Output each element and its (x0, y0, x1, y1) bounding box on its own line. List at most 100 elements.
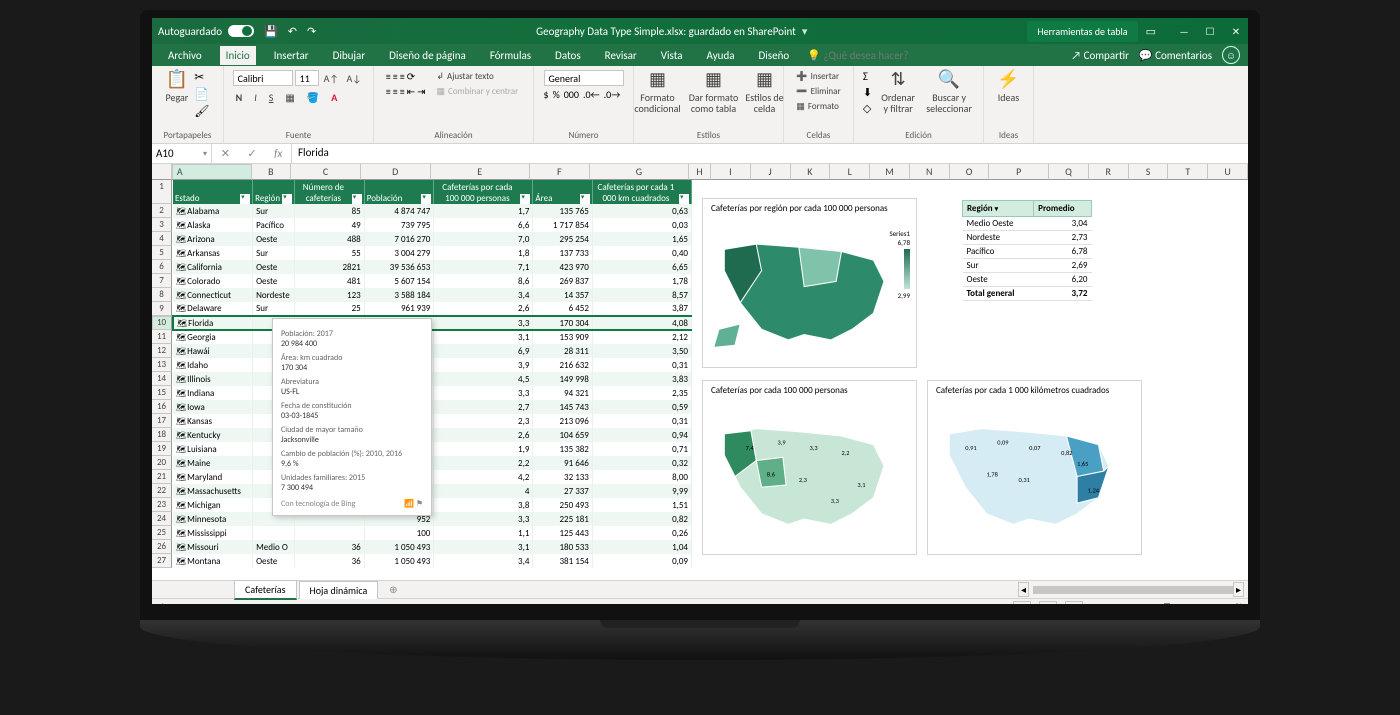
cell[interactable]: 2,6 (434, 302, 533, 316)
row-header[interactable]: 20 (152, 456, 172, 470)
map-chart-per-100k[interactable]: Cafeterías por cada 100 000 personas 7,4… (702, 380, 917, 555)
zoom-in-icon[interactable]: + (1214, 602, 1218, 613)
cell[interactable]: 91 646 (533, 456, 592, 470)
find-select-button[interactable]: 🔍Buscar y seleccionar (924, 70, 974, 114)
fill-color-button[interactable]: 🪣 (304, 90, 322, 105)
filter-button[interactable] (421, 194, 431, 204)
column-header[interactable]: P (989, 164, 1049, 180)
cell[interactable]: Missouri (173, 540, 253, 554)
cell[interactable]: 145 743 (533, 400, 592, 414)
italic-button[interactable]: I (251, 90, 260, 105)
zoom-level[interactable]: 70% (1226, 602, 1242, 613)
cell[interactable]: Montana (173, 554, 253, 568)
filter-button[interactable] (282, 194, 292, 204)
increase-font-icon[interactable]: A↑ (321, 70, 342, 86)
fill-icon[interactable]: ⬇ (863, 86, 872, 99)
row-header[interactable]: 25 (152, 526, 172, 540)
comments-button[interactable]: 💬 Comentarios (1139, 49, 1212, 62)
cell[interactable]: 49 (295, 218, 365, 232)
filter-button[interactable] (352, 194, 362, 204)
cell[interactable]: 27 337 (533, 484, 592, 498)
cell[interactable]: 0,71 (592, 442, 691, 456)
cell[interactable]: 135 765 (533, 204, 592, 218)
cell[interactable]: 153 909 (533, 330, 592, 344)
ribbon-tab[interactable]: Fórmulas (484, 46, 537, 65)
cell[interactable]: 0,59 (592, 400, 691, 414)
macro-recording-icon[interactable]: ▦ (183, 602, 192, 613)
map-chart-region[interactable]: Cafeterías por región por cada 100 000 p… (702, 198, 917, 368)
cell[interactable]: 5 607 154 (364, 274, 434, 288)
autosave-toggle[interactable]: Autoguardado (158, 25, 254, 38)
share-button[interactable]: ↗ Compartir (1071, 49, 1129, 62)
delete-cells-button[interactable]: ➖ Eliminar (793, 85, 843, 98)
cell[interactable]: 28 311 (533, 344, 592, 358)
filter-button[interactable] (679, 194, 689, 204)
row-header[interactable]: 8 (152, 288, 172, 302)
cell[interactable]: 3,4 (434, 554, 533, 568)
row-header[interactable]: 19 (152, 442, 172, 456)
cell[interactable]: 1,1 (434, 526, 533, 540)
sheet-tab[interactable]: Cafeterías (234, 580, 297, 600)
sheet-tab[interactable]: Hoja dinámica (299, 581, 379, 599)
cell[interactable]: 0,31 (592, 358, 691, 372)
column-header[interactable]: B (252, 164, 292, 180)
cell[interactable]: 1,04 (592, 540, 691, 554)
cell[interactable]: 3,3 (434, 512, 533, 526)
cell[interactable]: 961 939 (364, 302, 434, 316)
cell[interactable]: 0,94 (592, 428, 691, 442)
cell[interactable]: Pacífico (253, 218, 295, 232)
sort-filter-button[interactable]: ⇅Ordenar y filtrar (878, 70, 918, 114)
column-header[interactable]: F (530, 164, 590, 180)
row-header[interactable]: 23 (152, 498, 172, 512)
cell[interactable]: 125 443 (533, 526, 592, 540)
decrease-font-icon[interactable]: A↓ (344, 70, 365, 86)
cell[interactable]: 2,2 (434, 456, 533, 470)
enter-formula-icon[interactable]: ✓ (247, 147, 256, 160)
cell[interactable]: 4,5 (434, 372, 533, 386)
cell[interactable]: 2821 (295, 260, 365, 274)
cell[interactable]: 3,50 (592, 344, 691, 358)
row-header[interactable]: 12 (152, 344, 172, 358)
row-header[interactable]: 10 (152, 316, 172, 330)
map-chart-per-1000km[interactable]: Cafeterías por cada 1 000 kilómetros cua… (927, 380, 1142, 555)
tell-me-input[interactable] (823, 49, 983, 62)
cell[interactable] (295, 526, 365, 540)
cell[interactable]: Oeste (253, 260, 295, 274)
horizontal-scrollbar[interactable]: ◂ ▸ (422, 584, 1248, 596)
cell[interactable]: 9,99 (592, 484, 691, 498)
cell[interactable]: Illinois (173, 372, 253, 386)
cell[interactable]: Oeste (253, 554, 295, 568)
cell[interactable]: 0,31 (592, 414, 691, 428)
ribbon-display-icon[interactable]: ▭ (1146, 25, 1156, 38)
ribbon-tab[interactable]: Datos (549, 46, 587, 65)
cell[interactable]: Delaware (173, 302, 253, 316)
format-cells-button[interactable]: ▦ Formato (793, 100, 843, 113)
cell[interactable]: 8,00 (592, 470, 691, 484)
column-header[interactable]: Q (1049, 164, 1089, 180)
cell[interactable]: 488 (295, 232, 365, 246)
cell[interactable]: Oeste (253, 274, 295, 288)
cell[interactable]: 180 533 (533, 540, 592, 554)
cell[interactable]: 3,8 (434, 498, 533, 512)
zoom-slider[interactable] (1110, 606, 1200, 610)
cell[interactable]: 3,3 (434, 386, 533, 400)
column-header[interactable]: E (431, 164, 530, 180)
cell[interactable]: Colorado (173, 274, 253, 288)
cell[interactable]: 25 (295, 302, 365, 316)
filter-button[interactable] (580, 194, 590, 204)
cell[interactable]: 1 050 493 (364, 554, 434, 568)
cell[interactable]: 100 (364, 526, 434, 540)
wrap-text-button[interactable]: ↲ Ajustar texto (434, 70, 522, 83)
cell[interactable]: 225 181 (533, 512, 592, 526)
cell[interactable]: Medio O (253, 540, 295, 554)
cell[interactable]: 2,7 (434, 400, 533, 414)
cell-styles-button[interactable]: ▦Estilos de celda (745, 70, 785, 114)
cut-icon[interactable]: ✂ (194, 70, 209, 85)
cell[interactable]: 0,82 (592, 512, 691, 526)
cell[interactable]: 14 357 (533, 288, 592, 302)
cell[interactable]: 123 (295, 288, 365, 302)
zoom-out-icon[interactable]: − (1091, 602, 1095, 613)
border-button[interactable]: ▦ (282, 90, 297, 105)
cell[interactable]: 8,57 (592, 288, 691, 302)
cell[interactable]: 381 154 (533, 554, 592, 568)
